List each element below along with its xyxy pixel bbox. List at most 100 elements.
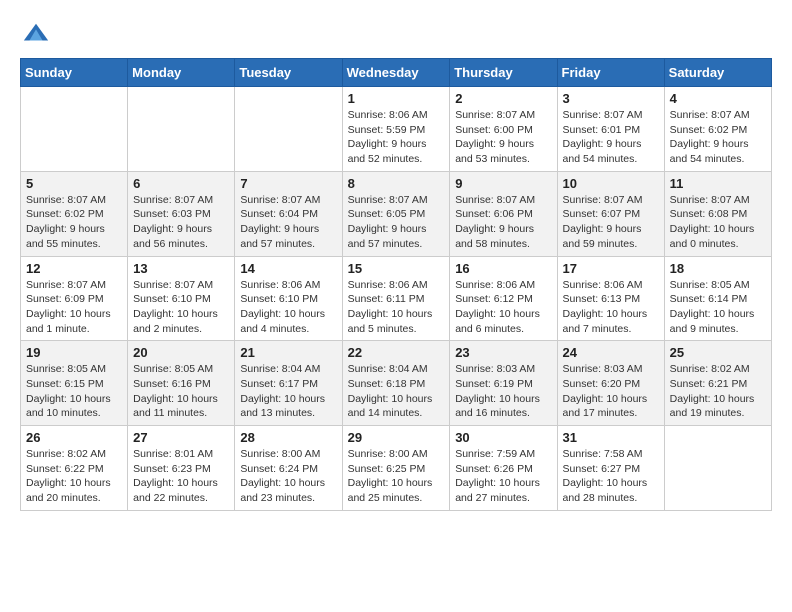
day-info: Sunrise: 8:04 AM Sunset: 6:17 PM Dayligh…	[240, 362, 336, 421]
calendar-day-header: Wednesday	[342, 59, 450, 87]
day-number: 24	[563, 345, 659, 360]
calendar-cell: 2Sunrise: 8:07 AM Sunset: 6:00 PM Daylig…	[450, 87, 557, 172]
calendar-cell: 23Sunrise: 8:03 AM Sunset: 6:19 PM Dayli…	[450, 341, 557, 426]
calendar-week-row: 26Sunrise: 8:02 AM Sunset: 6:22 PM Dayli…	[21, 426, 772, 511]
calendar-cell: 19 Sunrise: 8:05 AM Sunset: 6:15 PM Dayli…	[21, 341, 128, 426]
calendar-cell: 9 Sunrise: 8:07 AM Sunset: 6:06 PM Daylig…	[450, 171, 557, 256]
logo-icon	[22, 20, 50, 48]
day-info: Sunrise: 8:07 AM Sunset: 6:06 PM Dayligh…	[455, 193, 551, 252]
day-number: 31	[563, 430, 659, 445]
calendar-cell: 8 Sunrise: 8:07 AM Sunset: 6:05 PM Daylig…	[342, 171, 450, 256]
logo	[20, 20, 50, 42]
calendar-cell: 10Sunrise: 8:07 AM Sunset: 6:07 PM Dayli…	[557, 171, 664, 256]
day-info: Sunrise: 8:05 AM Sunset: 6:14 PM Dayligh…	[670, 278, 766, 337]
day-number: 6	[133, 176, 229, 191]
day-number: 26	[26, 430, 122, 445]
day-info: Sunrise: 8:02 AM Sunset: 6:21 PM Dayligh…	[670, 362, 766, 421]
calendar-cell: 5Sunrise: 8:07 AM Sunset: 6:02 PM Daylig…	[21, 171, 128, 256]
day-number: 10	[563, 176, 659, 191]
calendar-cell: 7 Sunrise: 8:07 AM Sunset: 6:04 PM Daylig…	[235, 171, 342, 256]
day-number: 25	[670, 345, 766, 360]
day-info: Sunrise: 8:06 AM Sunset: 6:10 PM Dayligh…	[240, 278, 336, 337]
day-number: 14	[240, 261, 336, 276]
calendar-week-row: 19 Sunrise: 8:05 AM Sunset: 6:15 PM Dayli…	[21, 341, 772, 426]
calendar-cell: 16 Sunrise: 8:06 AM Sunset: 6:12 PM Dayli…	[450, 256, 557, 341]
day-info: Sunrise: 8:01 AM Sunset: 6:23 PM Dayligh…	[133, 447, 229, 506]
calendar-cell: 21 Sunrise: 8:04 AM Sunset: 6:17 PM Dayli…	[235, 341, 342, 426]
calendar-cell: 11 Sunrise: 8:07 AM Sunset: 6:08 PM Dayli…	[664, 171, 771, 256]
calendar-cell: 18 Sunrise: 8:05 AM Sunset: 6:14 PM Dayli…	[664, 256, 771, 341]
day-number: 17	[563, 261, 659, 276]
day-info: Sunrise: 8:07 AM Sunset: 6:10 PM Dayligh…	[133, 278, 229, 337]
calendar-week-row: 12 Sunrise: 8:07 AM Sunset: 6:09 PM Dayli…	[21, 256, 772, 341]
calendar-week-row: 5Sunrise: 8:07 AM Sunset: 6:02 PM Daylig…	[21, 171, 772, 256]
day-number: 28	[240, 430, 336, 445]
day-info: Sunrise: 8:07 AM Sunset: 6:01 PM Dayligh…	[563, 108, 659, 167]
calendar-day-header: Saturday	[664, 59, 771, 87]
calendar-cell	[21, 87, 128, 172]
day-number: 9	[455, 176, 551, 191]
calendar-cell: 28 Sunrise: 8:00 AM Sunset: 6:24 PM Dayli…	[235, 426, 342, 511]
calendar-day-header: Friday	[557, 59, 664, 87]
day-info: Sunrise: 8:06 AM Sunset: 6:12 PM Dayligh…	[455, 278, 551, 337]
day-number: 13	[133, 261, 229, 276]
day-number: 15	[348, 261, 445, 276]
calendar-week-row: 1 Sunrise: 8:06 AM Sunset: 5:59 PM Daylig…	[21, 87, 772, 172]
calendar-cell	[664, 426, 771, 511]
day-number: 19	[26, 345, 122, 360]
day-number: 20	[133, 345, 229, 360]
day-number: 29	[348, 430, 445, 445]
day-number: 1	[348, 91, 445, 106]
calendar-cell: 1 Sunrise: 8:06 AM Sunset: 5:59 PM Daylig…	[342, 87, 450, 172]
page-header	[20, 20, 772, 42]
day-info: Sunrise: 8:03 AM Sunset: 6:20 PM Dayligh…	[563, 362, 659, 421]
day-info: Sunrise: 8:07 AM Sunset: 6:05 PM Dayligh…	[348, 193, 445, 252]
day-number: 7	[240, 176, 336, 191]
day-info: Sunrise: 8:04 AM Sunset: 6:18 PM Dayligh…	[348, 362, 445, 421]
day-number: 18	[670, 261, 766, 276]
calendar-cell	[128, 87, 235, 172]
calendar-cell: 31 Sunrise: 7:58 AM Sunset: 6:27 PM Dayli…	[557, 426, 664, 511]
calendar-cell: 17 Sunrise: 8:06 AM Sunset: 6:13 PM Dayli…	[557, 256, 664, 341]
day-number: 12	[26, 261, 122, 276]
calendar-cell: 20 Sunrise: 8:05 AM Sunset: 6:16 PM Dayli…	[128, 341, 235, 426]
day-number: 11	[670, 176, 766, 191]
day-number: 30	[455, 430, 551, 445]
calendar-day-header: Sunday	[21, 59, 128, 87]
day-info: Sunrise: 8:05 AM Sunset: 6:15 PM Dayligh…	[26, 362, 122, 421]
calendar-day-header: Tuesday	[235, 59, 342, 87]
day-info: Sunrise: 8:07 AM Sunset: 6:08 PM Dayligh…	[670, 193, 766, 252]
calendar-header-row: SundayMondayTuesdayWednesdayThursdayFrid…	[21, 59, 772, 87]
day-info: Sunrise: 8:07 AM Sunset: 6:09 PM Dayligh…	[26, 278, 122, 337]
day-info: Sunrise: 8:00 AM Sunset: 6:24 PM Dayligh…	[240, 447, 336, 506]
day-info: Sunrise: 8:07 AM Sunset: 6:02 PM Dayligh…	[670, 108, 766, 167]
day-number: 4	[670, 91, 766, 106]
day-info: Sunrise: 8:07 AM Sunset: 6:03 PM Dayligh…	[133, 193, 229, 252]
calendar-cell: 22 Sunrise: 8:04 AM Sunset: 6:18 PM Dayli…	[342, 341, 450, 426]
calendar-cell: 13 Sunrise: 8:07 AM Sunset: 6:10 PM Dayli…	[128, 256, 235, 341]
calendar-cell: 26Sunrise: 8:02 AM Sunset: 6:22 PM Dayli…	[21, 426, 128, 511]
calendar-cell: 30 Sunrise: 7:59 AM Sunset: 6:26 PM Dayli…	[450, 426, 557, 511]
calendar-cell: 14 Sunrise: 8:06 AM Sunset: 6:10 PM Dayli…	[235, 256, 342, 341]
calendar-cell	[235, 87, 342, 172]
calendar-cell: 6 Sunrise: 8:07 AM Sunset: 6:03 PM Daylig…	[128, 171, 235, 256]
day-number: 22	[348, 345, 445, 360]
day-info: Sunrise: 8:06 AM Sunset: 6:13 PM Dayligh…	[563, 278, 659, 337]
calendar-cell: 29 Sunrise: 8:00 AM Sunset: 6:25 PM Dayli…	[342, 426, 450, 511]
day-number: 16	[455, 261, 551, 276]
day-info: Sunrise: 8:07 AM Sunset: 6:04 PM Dayligh…	[240, 193, 336, 252]
day-info: Sunrise: 8:00 AM Sunset: 6:25 PM Dayligh…	[348, 447, 445, 506]
day-info: Sunrise: 8:06 AM Sunset: 5:59 PM Dayligh…	[348, 108, 445, 167]
day-number: 8	[348, 176, 445, 191]
day-info: Sunrise: 7:59 AM Sunset: 6:26 PM Dayligh…	[455, 447, 551, 506]
day-info: Sunrise: 8:03 AM Sunset: 6:19 PM Dayligh…	[455, 362, 551, 421]
calendar-day-header: Monday	[128, 59, 235, 87]
calendar-cell: 25 Sunrise: 8:02 AM Sunset: 6:21 PM Dayli…	[664, 341, 771, 426]
day-info: Sunrise: 7:58 AM Sunset: 6:27 PM Dayligh…	[563, 447, 659, 506]
day-info: Sunrise: 8:05 AM Sunset: 6:16 PM Dayligh…	[133, 362, 229, 421]
day-number: 21	[240, 345, 336, 360]
day-number: 3	[563, 91, 659, 106]
calendar-cell: 24 Sunrise: 8:03 AM Sunset: 6:20 PM Dayli…	[557, 341, 664, 426]
calendar-cell: 15Sunrise: 8:06 AM Sunset: 6:11 PM Dayli…	[342, 256, 450, 341]
calendar-cell: 27Sunrise: 8:01 AM Sunset: 6:23 PM Dayli…	[128, 426, 235, 511]
